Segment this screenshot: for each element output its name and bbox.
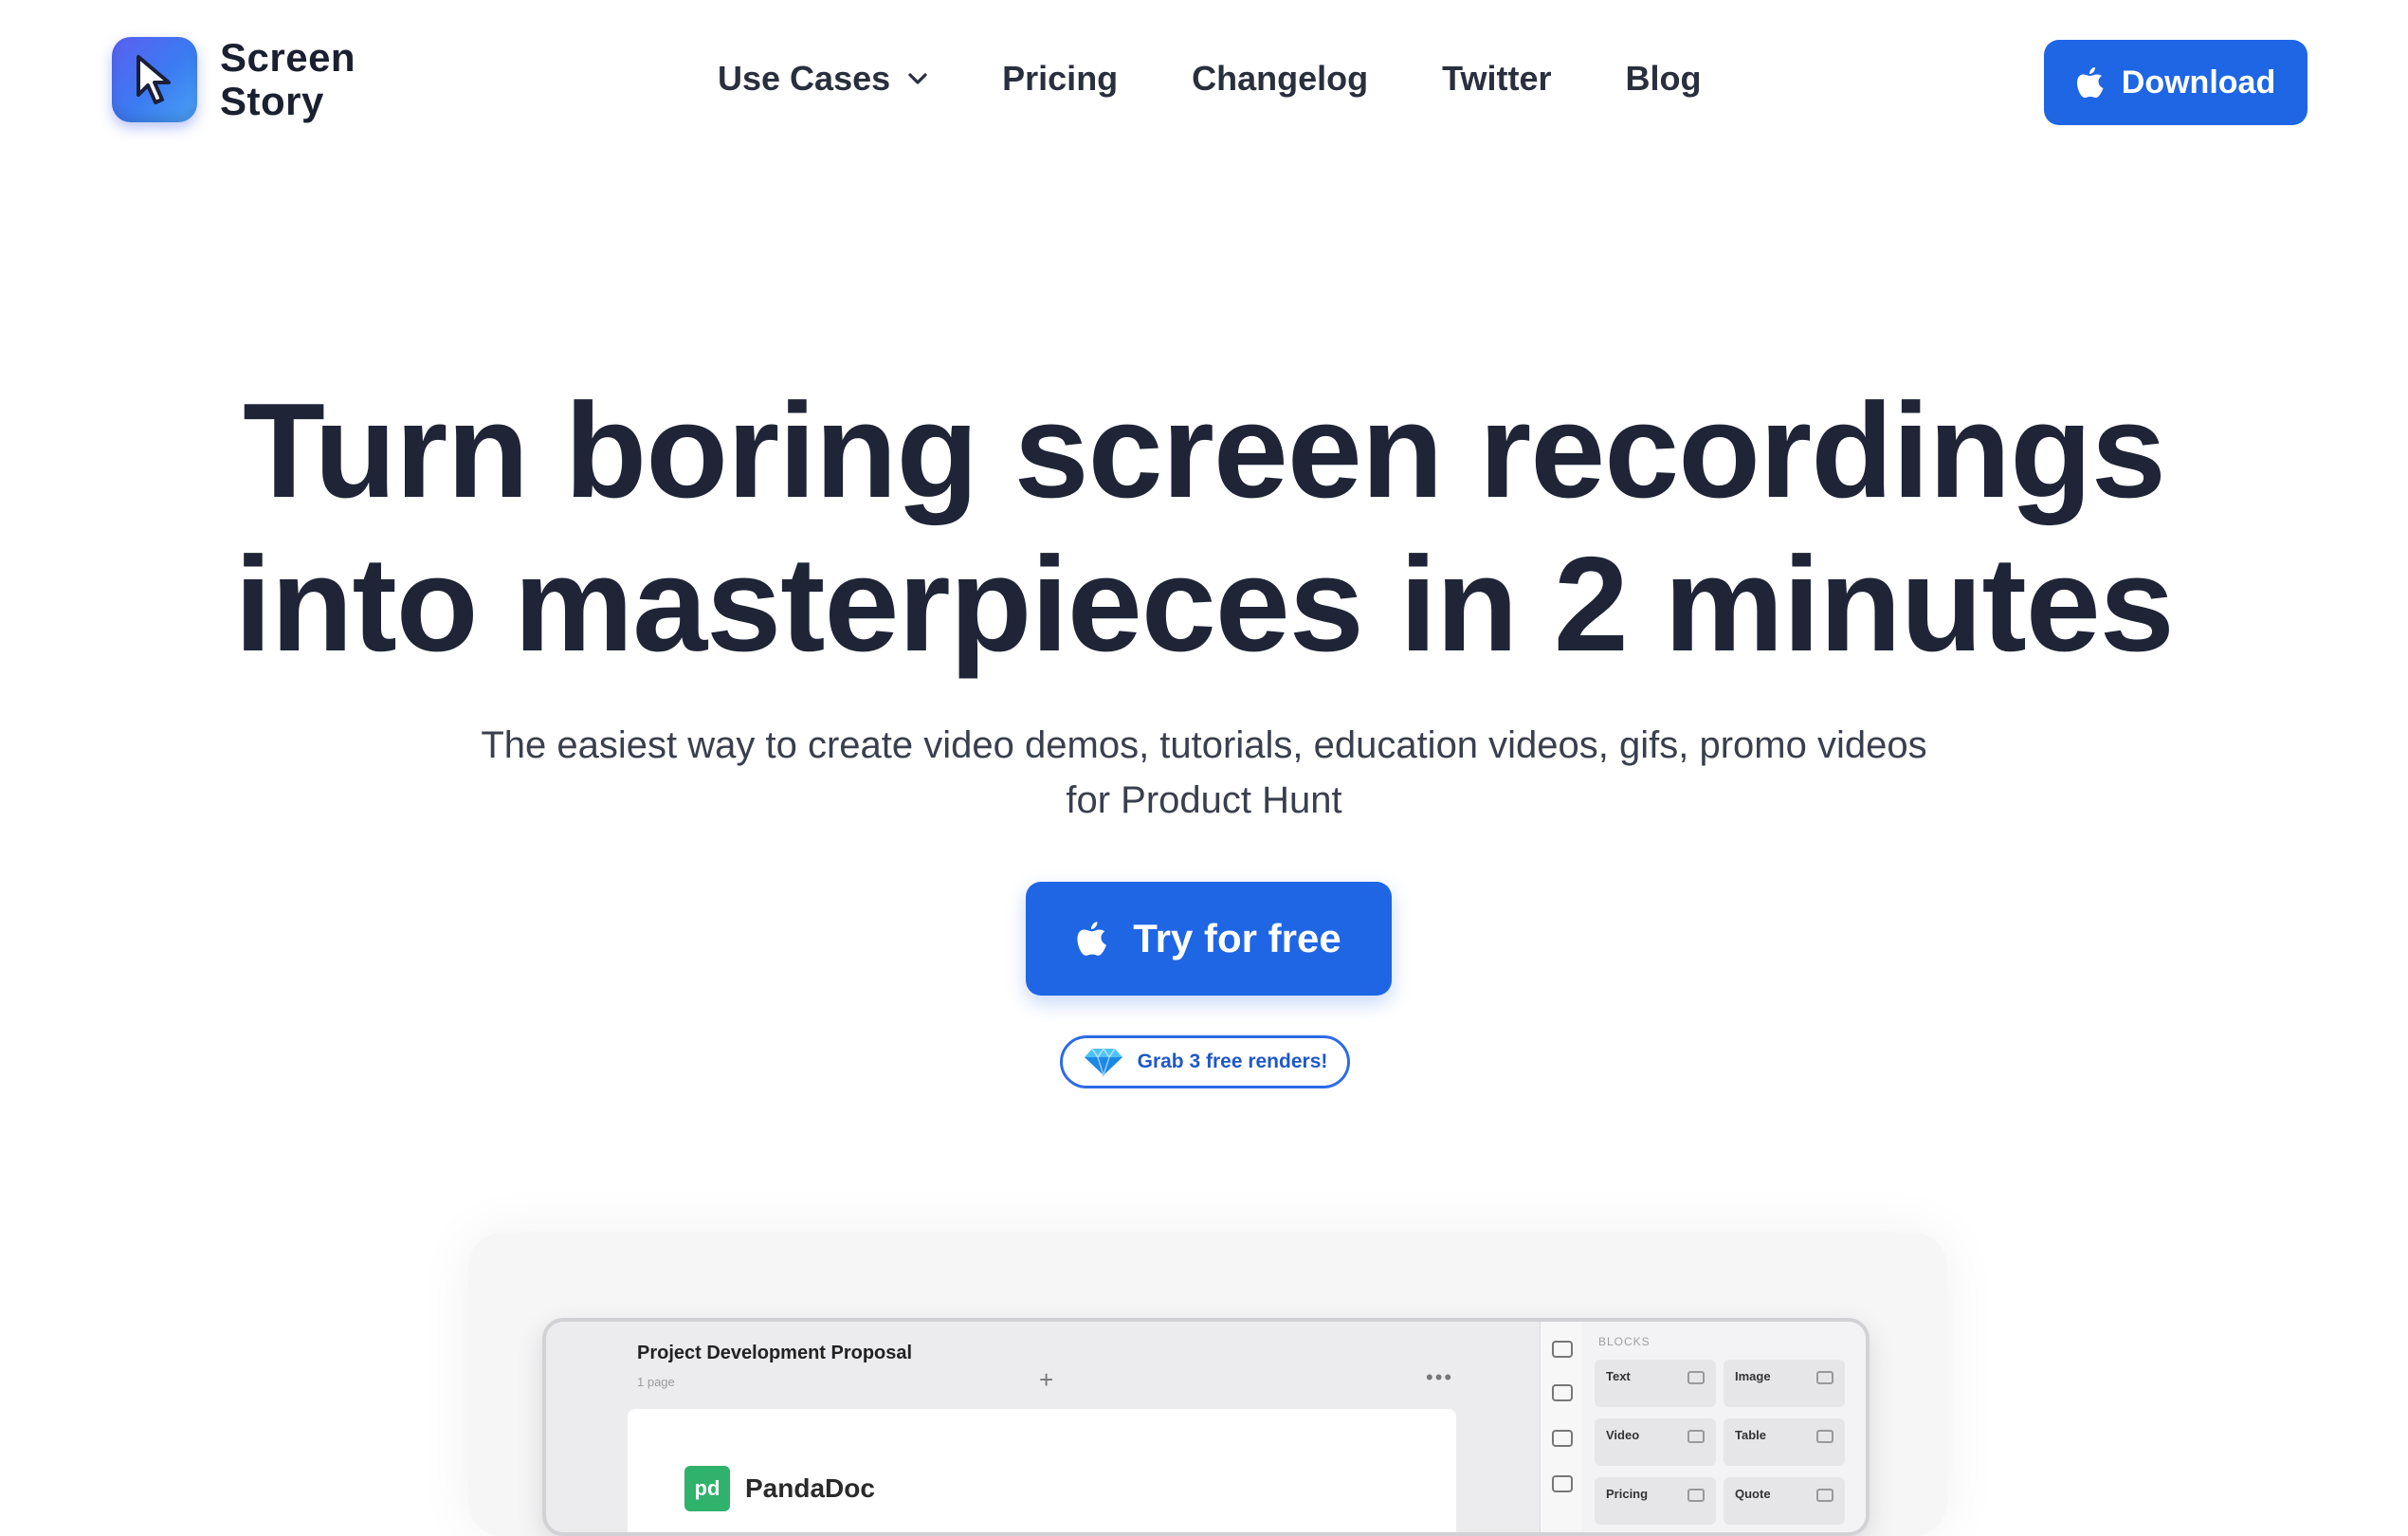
pricing-icon <box>1687 1489 1705 1502</box>
editor-toolbar <box>1540 1322 1582 1532</box>
diamond-icon <box>1084 1047 1122 1077</box>
recipients-icon <box>1552 1341 1573 1358</box>
nav-item-label: Blog <box>1625 59 1702 98</box>
pandadoc-logo: pd PandaDoc <box>684 1466 875 1511</box>
image-icon <box>1816 1371 1833 1384</box>
nav-item-label: Twitter <box>1442 59 1552 98</box>
document-title: Project Development Proposal <box>637 1343 913 1363</box>
block-table: Table <box>1724 1418 1845 1466</box>
nav-item-changelog[interactable]: Changelog <box>1192 59 1368 99</box>
block-label: Table <box>1735 1428 1766 1442</box>
blocks-heading: BLOCKS <box>1598 1335 1651 1348</box>
brand-logo[interactable]: Screen Story <box>112 36 356 123</box>
brand-name-line1: Screen <box>220 35 356 80</box>
brand-name: Screen Story <box>220 36 356 123</box>
plus-icon: + <box>1039 1365 1054 1394</box>
download-button-label: Download <box>2121 64 2276 101</box>
nav-item-twitter[interactable]: Twitter <box>1442 59 1551 99</box>
download-button[interactable]: Download <box>2044 40 2308 125</box>
hero-headline-line1: Turn boring screen recordings <box>243 375 2166 526</box>
block-image: Image <box>1724 1360 1845 1407</box>
hero-headline: Turn boring screen recordings into maste… <box>0 375 2408 682</box>
product-preview-screenshot: Project Development Proposal 1 page + ••… <box>542 1318 1870 1536</box>
nav-item-label: Changelog <box>1192 59 1369 98</box>
variables-icon <box>1552 1430 1573 1447</box>
main-nav: Use Cases Pricing Changelog Twitter Blog <box>718 59 1702 99</box>
add-block-icon <box>1552 1384 1573 1401</box>
block-pricing: Pricing <box>1595 1477 1716 1525</box>
nav-item-label: Use Cases <box>718 59 891 98</box>
free-renders-label: Grab 3 free renders! <box>1137 1051 1328 1072</box>
try-for-free-button[interactable]: Try for free <box>1026 882 1392 996</box>
hero-subtitle-line1: The easiest way to create video demos, t… <box>481 724 1927 766</box>
hero-subtitle: The easiest way to create video demos, t… <box>446 718 1962 828</box>
more-options-icon: ••• <box>1426 1365 1454 1389</box>
document-page: pd PandaDoc <box>628 1409 1456 1532</box>
free-renders-badge[interactable]: Grab 3 free renders! <box>1060 1035 1350 1088</box>
pandadoc-logo-mark: pd <box>684 1466 730 1511</box>
apple-icon <box>1077 922 1107 956</box>
try-for-free-label: Try for free <box>1133 916 1341 960</box>
nav-item-label: Pricing <box>1002 59 1119 98</box>
text-icon <box>1687 1371 1705 1384</box>
pandadoc-logo-name: PandaDoc <box>745 1473 875 1503</box>
block-label: Quote <box>1735 1487 1771 1501</box>
block-label: Video <box>1606 1428 1640 1442</box>
nav-item-use-cases[interactable]: Use Cases <box>718 59 928 99</box>
quote-icon <box>1816 1489 1833 1502</box>
apple-icon <box>2076 67 2104 98</box>
hero-headline-line2: into masterpieces in 2 minutes <box>234 529 2174 680</box>
block-quote: Quote <box>1724 1477 1845 1525</box>
block-video: Video <box>1595 1418 1716 1466</box>
block-label: Pricing <box>1606 1487 1649 1501</box>
block-text: Text <box>1595 1360 1716 1407</box>
document-page-count: 1 page <box>637 1375 675 1389</box>
cursor-pointer-icon <box>112 37 197 122</box>
design-icon <box>1552 1475 1573 1492</box>
table-icon <box>1816 1430 1833 1443</box>
video-icon <box>1687 1430 1705 1443</box>
brand-name-line2: Story <box>220 79 324 123</box>
nav-item-pricing[interactable]: Pricing <box>1002 59 1118 99</box>
block-label: Text <box>1606 1369 1631 1383</box>
nav-item-blog[interactable]: Blog <box>1626 59 1702 99</box>
blocks-panel: BLOCKS Text Image Video Table Pricing Qu… <box>1581 1322 1866 1532</box>
hero-subtitle-line2: for Product Hunt <box>1066 779 1342 821</box>
chevron-down-icon <box>908 73 927 84</box>
block-label: Image <box>1735 1369 1771 1383</box>
